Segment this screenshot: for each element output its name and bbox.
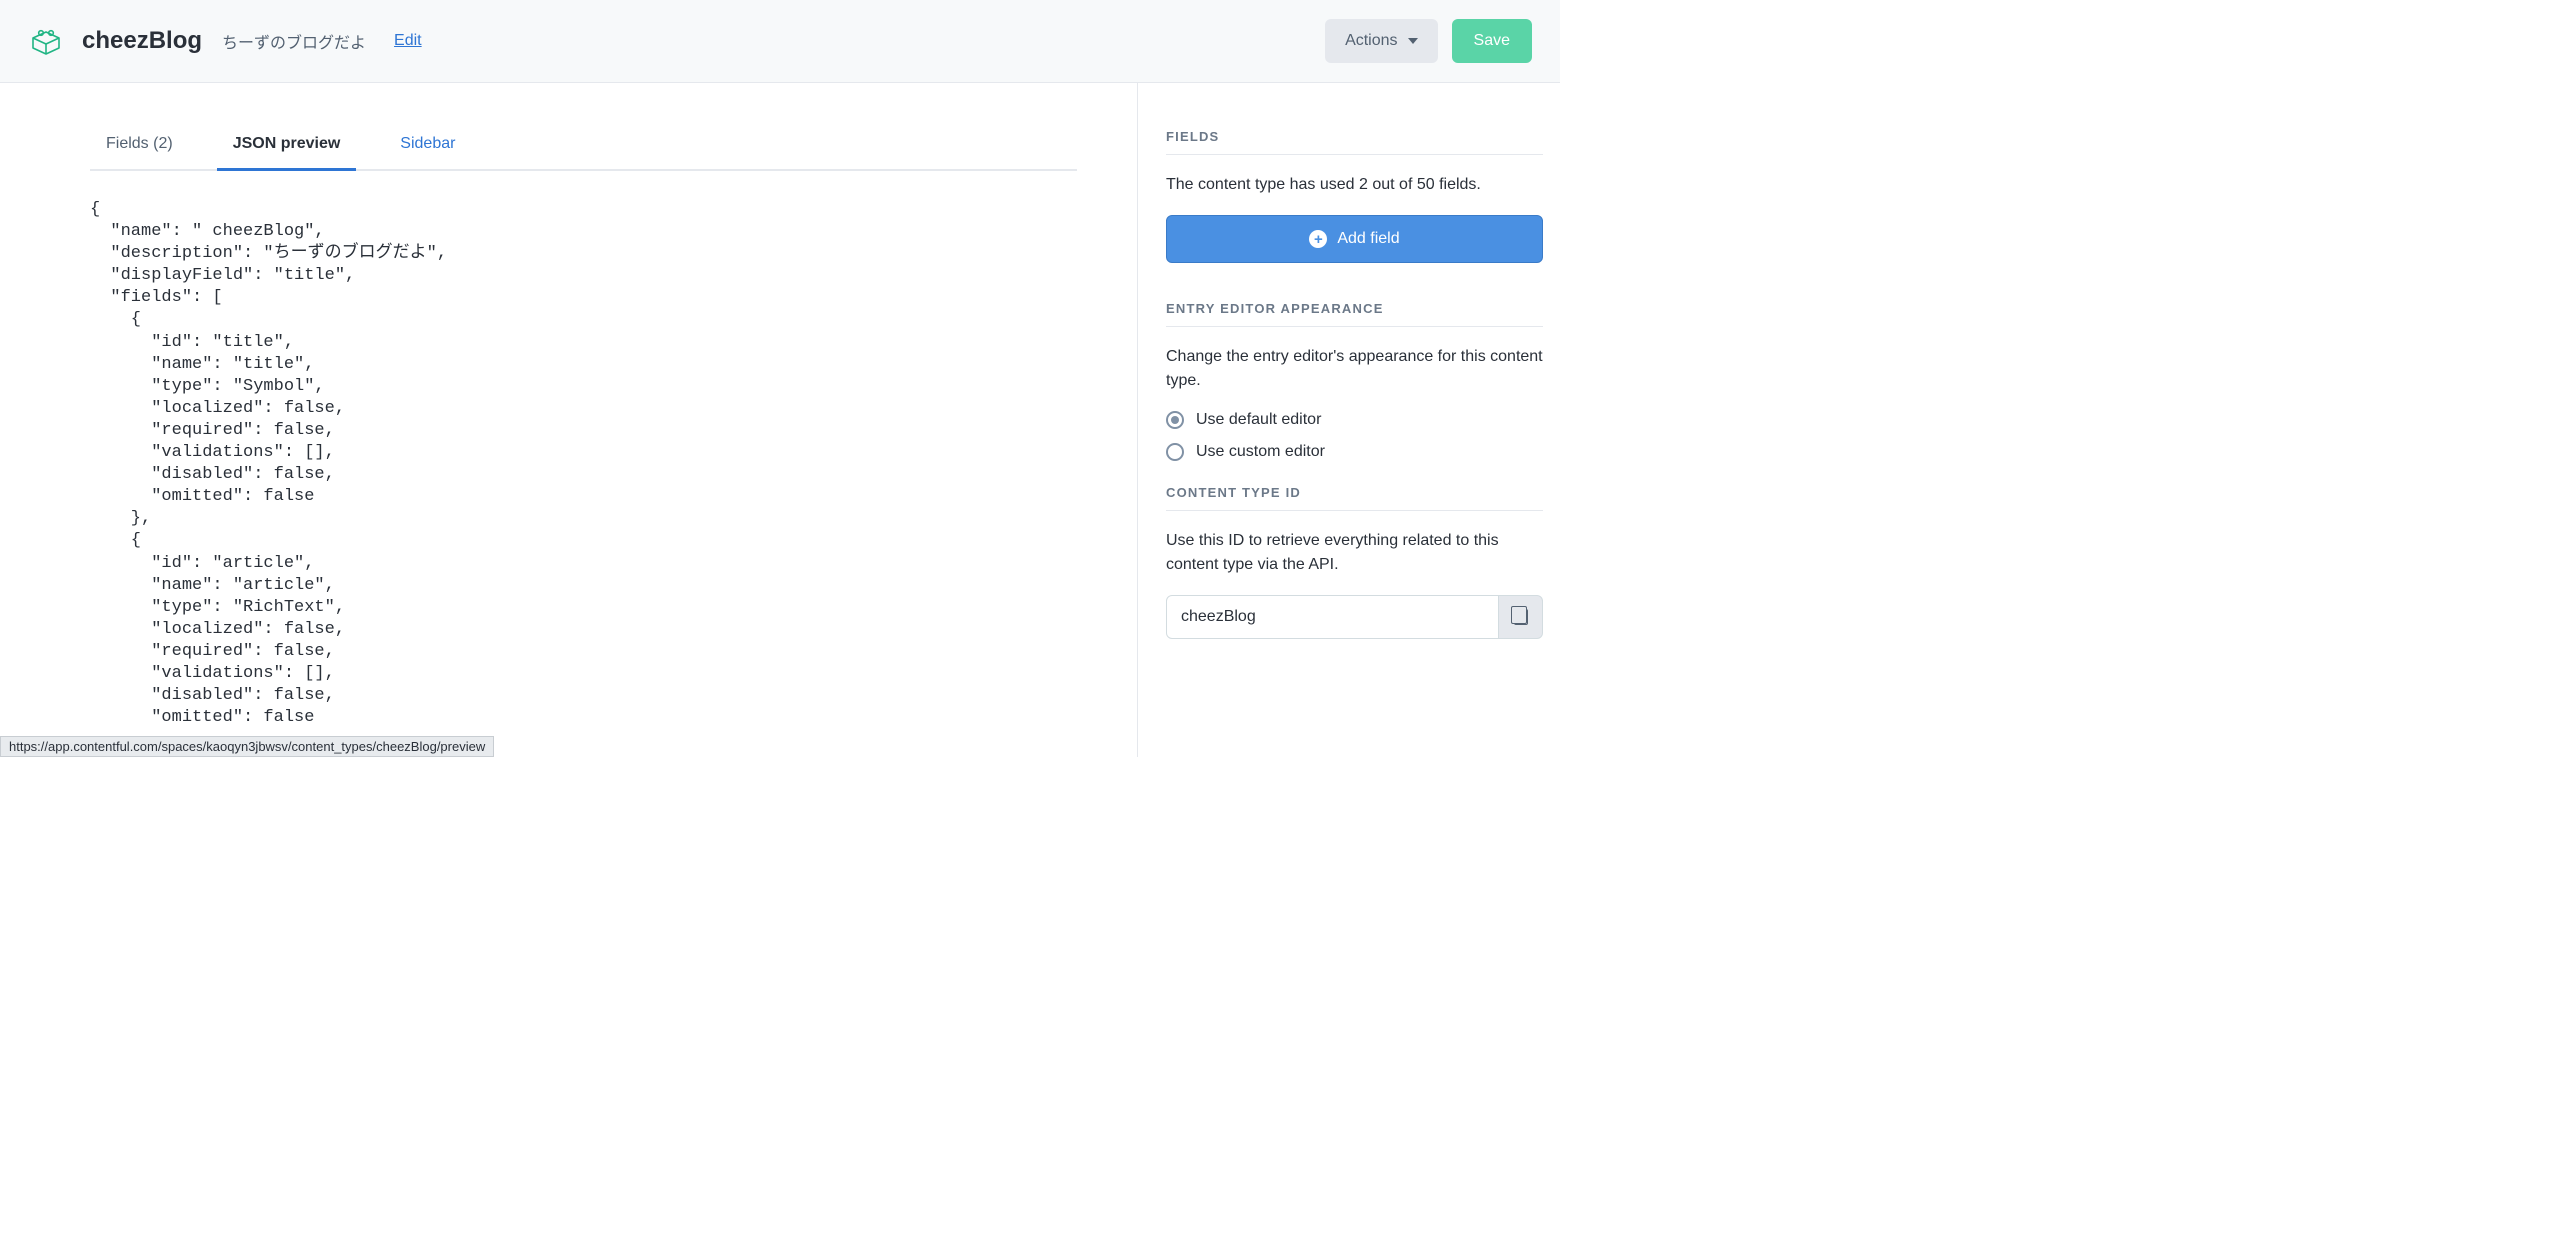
page-header: cheezBlog ちーずのブログだよ Edit Actions Save xyxy=(0,0,1560,83)
content-type-id-heading: CONTENT TYPE ID xyxy=(1166,485,1543,511)
logo-icon xyxy=(28,23,64,59)
plus-circle-icon: + xyxy=(1309,230,1327,248)
actions-button[interactable]: Actions xyxy=(1325,19,1437,63)
content-type-description: ちーずのブログだよ xyxy=(222,29,366,53)
tab-json-preview[interactable]: JSON preview xyxy=(217,123,357,169)
radio-default-editor[interactable]: Use default editor xyxy=(1166,411,1543,429)
save-button[interactable]: Save xyxy=(1452,19,1532,63)
tab-sidebar[interactable]: Sidebar xyxy=(384,123,471,169)
fields-section-heading: FIELDS xyxy=(1166,129,1543,155)
radio-icon xyxy=(1166,411,1184,429)
radio-icon xyxy=(1166,443,1184,461)
main-panel: Fields (2) JSON preview Sidebar { "name"… xyxy=(0,83,1137,757)
radio-custom-label: Use custom editor xyxy=(1196,443,1325,461)
appearance-text: Change the entry editor's appearance for… xyxy=(1166,345,1543,393)
content-type-id-input[interactable] xyxy=(1166,595,1499,639)
radio-default-label: Use default editor xyxy=(1196,411,1321,429)
appearance-section-heading: ENTRY EDITOR APPEARANCE xyxy=(1166,301,1543,327)
fields-usage-text: The content type has used 2 out of 50 fi… xyxy=(1166,173,1543,197)
radio-custom-editor[interactable]: Use custom editor xyxy=(1166,443,1543,461)
tab-bar: Fields (2) JSON preview Sidebar xyxy=(90,123,1077,171)
actions-label: Actions xyxy=(1345,32,1397,50)
content-type-id-row xyxy=(1166,595,1543,639)
tab-fields[interactable]: Fields (2) xyxy=(90,123,189,169)
content-type-title: cheezBlog xyxy=(82,27,202,55)
copy-button[interactable] xyxy=(1499,595,1543,639)
chevron-down-icon xyxy=(1408,38,1418,44)
edit-link[interactable]: Edit xyxy=(394,32,422,50)
status-bar-url: https://app.contentful.com/spaces/kaoqyn… xyxy=(0,736,494,757)
content-type-id-text: Use this ID to retrieve everything relat… xyxy=(1166,529,1543,577)
add-field-button[interactable]: + Add field xyxy=(1166,215,1543,263)
add-field-label: Add field xyxy=(1337,230,1399,248)
copy-icon xyxy=(1514,609,1528,625)
right-sidebar: FIELDS The content type has used 2 out o… xyxy=(1137,83,1560,757)
json-preview-content: { "name": " cheezBlog", "description": "… xyxy=(90,199,1077,729)
